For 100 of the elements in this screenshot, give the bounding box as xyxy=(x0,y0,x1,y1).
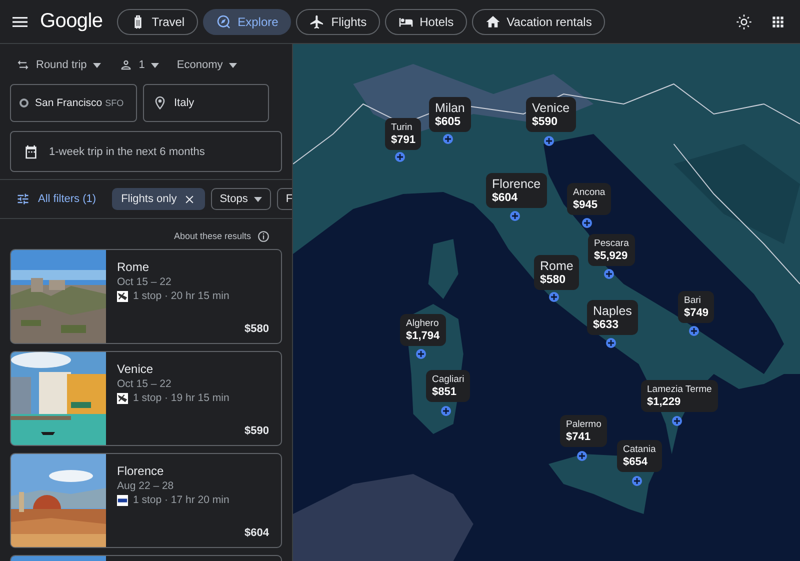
caret-icon xyxy=(92,62,101,68)
house-icon xyxy=(484,14,501,30)
airport-pin-icon[interactable] xyxy=(544,136,554,146)
filter-chip[interactable]: Stops xyxy=(210,188,271,210)
logo[interactable]: Google xyxy=(40,10,103,33)
price-marker[interactable]: Alghero $1,794 xyxy=(400,314,446,346)
filter-chip[interactable]: Flights only xyxy=(112,188,205,210)
airline-logo-icon xyxy=(117,494,128,506)
price-marker[interactable]: Cagliari $851 xyxy=(426,370,470,402)
city-name: Lamezia Terme xyxy=(647,384,712,395)
airport-pin-icon[interactable] xyxy=(606,338,616,348)
trip-dates: Oct 15 – 22 xyxy=(117,378,172,390)
destination-card[interactable]: Rome Oct 15 – 22 1 stop · 20 hr 15 min $580 xyxy=(10,249,282,344)
nav-tab[interactable]: Hotels xyxy=(384,8,467,34)
nav-tab[interactable]: Travel xyxy=(116,8,198,34)
passengers-select[interactable]: 1 xyxy=(118,58,159,72)
price-marker[interactable]: Turin $791 xyxy=(385,118,422,150)
price-marker[interactable]: Florence $604 xyxy=(486,173,547,208)
price-marker[interactable]: Milan $605 xyxy=(429,97,471,132)
airport-pin-icon[interactable] xyxy=(510,211,520,221)
marker-price: $749 xyxy=(684,307,708,319)
airport-pin-icon[interactable] xyxy=(632,476,642,486)
price-marker[interactable]: Venice $590 xyxy=(526,97,576,132)
flight-details: 1 stop · 17 hr 20 min xyxy=(133,494,230,506)
airport-pin-icon[interactable] xyxy=(689,326,699,336)
caret-icon xyxy=(228,62,237,68)
marker-price: $654 xyxy=(623,456,648,468)
price-marker[interactable]: Naples $633 xyxy=(587,300,638,335)
marker-price: $741 xyxy=(566,431,592,443)
airline-logo-icon xyxy=(117,392,128,404)
city-name: Alghero xyxy=(406,318,440,329)
info-icon xyxy=(257,230,270,242)
city-name: Cagliari xyxy=(432,374,464,385)
city-name: Florence xyxy=(492,177,541,191)
airport-pin-icon[interactable] xyxy=(672,416,682,426)
origin-field[interactable]: San Francisco SFO xyxy=(10,84,137,122)
marker-price: $590 xyxy=(532,116,559,128)
price-marker[interactable]: Ancona $945 xyxy=(567,183,612,215)
marker-price: $604 xyxy=(492,192,519,204)
price-marker[interactable]: Bari $749 xyxy=(678,291,714,323)
price: $604 xyxy=(244,527,269,539)
flight-details: 1 stop · 20 hr 15 min xyxy=(133,290,230,302)
destination-name: Venice xyxy=(117,362,154,376)
airport-pin-icon[interactable] xyxy=(443,134,453,144)
marker-price: $851 xyxy=(432,386,458,398)
price-marker[interactable]: Catania $654 xyxy=(617,440,662,472)
caret-icon xyxy=(150,62,159,68)
apps-icon xyxy=(770,14,786,30)
airport-pin-icon[interactable] xyxy=(582,218,592,228)
marker-price: $791 xyxy=(391,134,416,146)
marker-price: $945 xyxy=(573,199,598,211)
person-icon xyxy=(118,58,133,72)
nav-tab[interactable]: Vacation rentals xyxy=(472,8,605,34)
caret-icon xyxy=(254,196,262,202)
airport-pin-icon[interactable] xyxy=(549,292,559,302)
trip-dates: Aug 22 – 28 xyxy=(117,480,175,492)
nav-tab[interactable]: Explore xyxy=(202,8,292,34)
cabin-select[interactable]: Economy xyxy=(176,59,237,71)
marker-price: $5,929 xyxy=(594,250,629,262)
globe-search-icon xyxy=(216,14,232,30)
airline-logo-icon xyxy=(117,290,128,302)
city-name: Catania xyxy=(623,444,656,455)
city-name: Palermo xyxy=(566,419,602,430)
price-marker[interactable]: Pescara $5,929 xyxy=(588,234,635,266)
city-name: Milan xyxy=(435,101,465,115)
date-field[interactable]: 1-week trip in the next 6 months xyxy=(10,131,282,172)
airport-pin-icon[interactable] xyxy=(395,152,405,162)
airport-code: SFO xyxy=(105,98,124,108)
price-marker[interactable]: Rome $580 xyxy=(534,255,580,290)
results-note: About these results xyxy=(174,231,251,241)
airport-pin-icon[interactable] xyxy=(416,349,426,359)
flight-details: 1 stop · 19 hr 15 min xyxy=(133,392,230,404)
destination-value: Italy xyxy=(174,97,194,109)
city-name: Rome xyxy=(540,259,574,273)
price-marker[interactable]: Lamezia Terme $1,229 xyxy=(641,380,718,412)
destination-card[interactable]: Venice Oct 15 – 22 1 stop · 19 hr 15 min $590 xyxy=(10,351,282,446)
airport-pin-icon[interactable] xyxy=(577,451,587,461)
marker-price: $633 xyxy=(593,319,620,331)
nav-tab[interactable]: Flights xyxy=(296,8,380,34)
trip-type-select[interactable]: Round trip xyxy=(16,58,101,72)
price-marker[interactable]: Palermo $741 xyxy=(560,415,608,447)
marker-price: $1,229 xyxy=(647,396,682,408)
all-filters-button[interactable]: All filters (1) xyxy=(16,192,96,206)
destination-field[interactable]: Italy xyxy=(143,84,269,122)
city-name: Pescara xyxy=(594,238,629,249)
airport-pin-icon[interactable] xyxy=(441,406,451,416)
city-name: Ancona xyxy=(573,187,606,198)
price: $580 xyxy=(244,323,269,335)
city-name: Venice xyxy=(532,101,570,115)
marker-price: $580 xyxy=(540,274,567,286)
map[interactable]: Turin $791 Milan $605 Venice $590 Florence $604 Ancona $945 Pescara $5,929 Rome $580 Naples $633 Bari $749 Alghero $1,794 Cagliari $851 Lamezia Terme $1,229 Palermo $741 Catania $654 xyxy=(293,44,800,561)
filter-sliders-icon xyxy=(16,192,30,206)
destination-name: Rome xyxy=(117,260,150,274)
price: $590 xyxy=(244,425,269,437)
city-name: Bari xyxy=(684,295,702,306)
airport-pin-icon[interactable] xyxy=(604,269,614,279)
marker-price: $605 xyxy=(435,116,462,128)
sun-icon xyxy=(736,14,752,30)
destination-card[interactable]: Florence Aug 22 – 28 1 stop · 17 hr 20 min $604 xyxy=(10,453,282,548)
city-name: Naples xyxy=(593,304,632,318)
